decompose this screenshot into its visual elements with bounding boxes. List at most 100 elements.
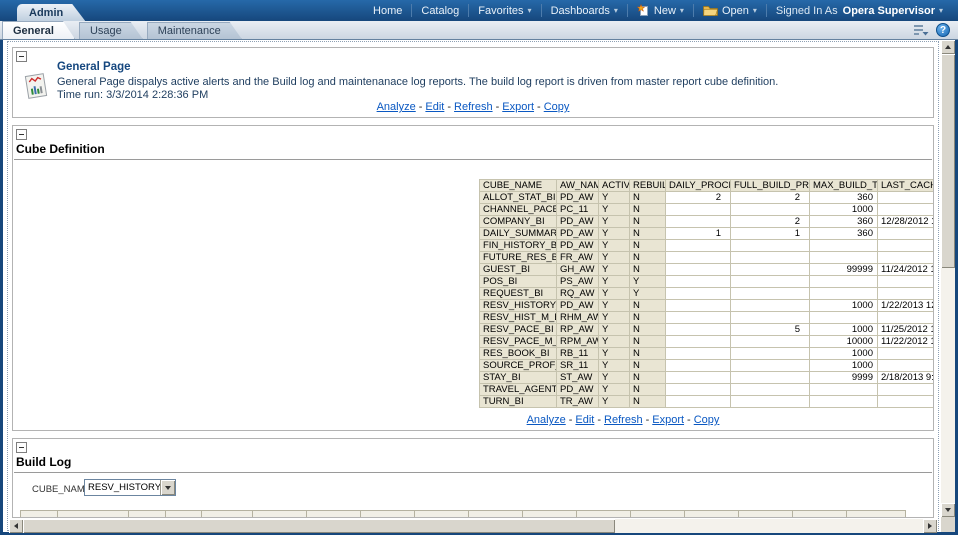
- table-cell: RHM_AW: [557, 312, 599, 324]
- table-cell: [666, 336, 731, 348]
- signed-in-user[interactable]: Opera Supervisor: [843, 5, 935, 17]
- table-cell: [810, 312, 878, 324]
- horizontal-scrollbar[interactable]: [9, 519, 937, 533]
- table-cell: N: [630, 264, 666, 276]
- table-cell: 2/18/2013 9:31:5: [878, 372, 934, 384]
- table-cell: [666, 396, 731, 408]
- analyze-link[interactable]: Analyze: [377, 101, 416, 113]
- table-cell: [878, 288, 934, 300]
- table-cell: 360: [810, 228, 878, 240]
- cube-definition-section: Cube Definition CUBE_NAMEAW_NAMEACTIVERE…: [12, 125, 934, 431]
- table-cell: [731, 348, 810, 360]
- table-cell: [666, 384, 731, 396]
- edit-link[interactable]: Edit: [425, 101, 444, 113]
- nav-home[interactable]: Home: [373, 5, 402, 17]
- clipped-row-cell: [576, 510, 631, 518]
- table-cell: Y: [599, 288, 630, 300]
- vertical-scroll-thumb[interactable]: [941, 54, 955, 268]
- link-separator: -: [687, 414, 691, 426]
- table-cell: Y: [599, 204, 630, 216]
- table-row: TURN_BITR_AWYN: [480, 396, 934, 408]
- column-header: FULL_BUILD_PROCS: [731, 180, 810, 192]
- vertical-scrollbar[interactable]: [941, 40, 955, 517]
- scroll-up-button[interactable]: [941, 40, 955, 54]
- column-header: ACTIVE: [599, 180, 630, 192]
- cube-table-body: ALLOT_STAT_BIPD_AWYN22360CHANNEL_PACE_BI…: [480, 192, 934, 408]
- nav-new[interactable]: New: [654, 5, 676, 17]
- analyze-link[interactable]: Analyze: [527, 414, 566, 426]
- link-separator: -: [569, 414, 573, 426]
- table-row: GUEST_BIGH_AWYN9999911/24/2012 12:00: [480, 264, 934, 276]
- copy-link[interactable]: Copy: [544, 101, 570, 113]
- section-title: Cube Definition: [14, 142, 932, 160]
- table-cell: [666, 252, 731, 264]
- table-cell: Y: [599, 396, 630, 408]
- table-cell: 11/25/2012 12:00: [878, 324, 934, 336]
- cube-table: CUBE_NAMEAW_NAMEACTIVEREBUILDDAILY_PROCE…: [479, 179, 933, 408]
- nav-catalog[interactable]: Catalog: [421, 5, 459, 17]
- nav-open[interactable]: Open: [722, 5, 749, 17]
- tab-general[interactable]: General: [2, 21, 75, 39]
- scrollbar-corner: [941, 517, 955, 532]
- table-row: RESV_HISTORY_BIPD_AWYN10001/22/2013 12:0…: [480, 300, 934, 312]
- tab-maintenance[interactable]: Maintenance: [147, 22, 242, 39]
- clipped-row-cell: [57, 510, 129, 518]
- table-cell: [810, 288, 878, 300]
- scroll-left-button[interactable]: [9, 519, 23, 533]
- table-cell: N: [630, 312, 666, 324]
- scroll-down-button[interactable]: [941, 503, 955, 517]
- table-row: STAY_BIST_AWYN99992/18/2013 9:31:5: [480, 372, 934, 384]
- table-cell: 1000: [810, 324, 878, 336]
- link-separator: -: [537, 101, 541, 113]
- table-cell: 12/28/2012 12:00: [878, 216, 934, 228]
- global-nav: Home Catalog Favorites▾ Dashboards▾ New▾…: [364, 0, 952, 21]
- table-cell: [666, 240, 731, 252]
- select-dropdown-button[interactable]: [160, 480, 175, 495]
- table-cell: Y: [630, 288, 666, 300]
- table-cell: 360: [810, 192, 878, 204]
- table-cell: PD_AW: [557, 216, 599, 228]
- dashboard-column: General Page General Page dispalys activ…: [7, 41, 939, 531]
- table-cell: 9999: [810, 372, 878, 384]
- arrow-right-icon: [928, 523, 932, 529]
- nav-favorites[interactable]: Favorites: [478, 5, 523, 17]
- table-cell: TRAVEL_AGENT_BI: [480, 384, 557, 396]
- report-actions: Analyze-Edit-Refresh-Export-Copy: [13, 101, 933, 113]
- table-cell: [810, 252, 878, 264]
- refresh-link[interactable]: Refresh: [604, 414, 643, 426]
- table-cell: Y: [599, 252, 630, 264]
- edit-link[interactable]: Edit: [575, 414, 594, 426]
- collapse-section-icon[interactable]: [16, 51, 27, 62]
- page-options-icon[interactable]: [913, 23, 929, 37]
- table-row: COMPANY_BIPD_AWYN236012/28/2012 12:00: [480, 216, 934, 228]
- cube-name-select[interactable]: RESV_HISTORY_BI: [84, 479, 176, 496]
- collapse-section-icon[interactable]: [16, 129, 27, 140]
- tab-usage[interactable]: Usage: [79, 22, 143, 39]
- export-link[interactable]: Export: [502, 101, 534, 113]
- refresh-link[interactable]: Refresh: [454, 101, 493, 113]
- chevron-down-icon: ▾: [680, 6, 684, 15]
- collapse-section-icon[interactable]: [16, 442, 27, 453]
- table-cell: 1000: [810, 360, 878, 372]
- table-cell: SR_11: [557, 360, 599, 372]
- table-cell: [878, 348, 934, 360]
- table-cell: [731, 252, 810, 264]
- scroll-right-button[interactable]: [923, 519, 937, 533]
- help-icon[interactable]: ?: [936, 23, 950, 37]
- link-separator: -: [597, 414, 601, 426]
- tab-label: Maintenance: [158, 25, 221, 37]
- column-header: CUBE_NAME: [480, 180, 557, 192]
- table-cell: 1: [731, 228, 810, 240]
- table-cell: N: [630, 252, 666, 264]
- nav-dashboards[interactable]: Dashboards: [551, 5, 610, 17]
- table-cell: [878, 192, 934, 204]
- clipped-row-cell: [128, 510, 166, 518]
- export-link[interactable]: Export: [652, 414, 684, 426]
- copy-link[interactable]: Copy: [694, 414, 720, 426]
- table-row: FIN_HISTORY_BIPD_AWYN: [480, 240, 934, 252]
- horizontal-scroll-thumb[interactable]: [23, 519, 615, 533]
- clipped-row-cell: [165, 510, 202, 518]
- table-cell: PD_AW: [557, 228, 599, 240]
- dashboard-title-tab[interactable]: Admin: [17, 4, 85, 21]
- table-cell: Y: [599, 324, 630, 336]
